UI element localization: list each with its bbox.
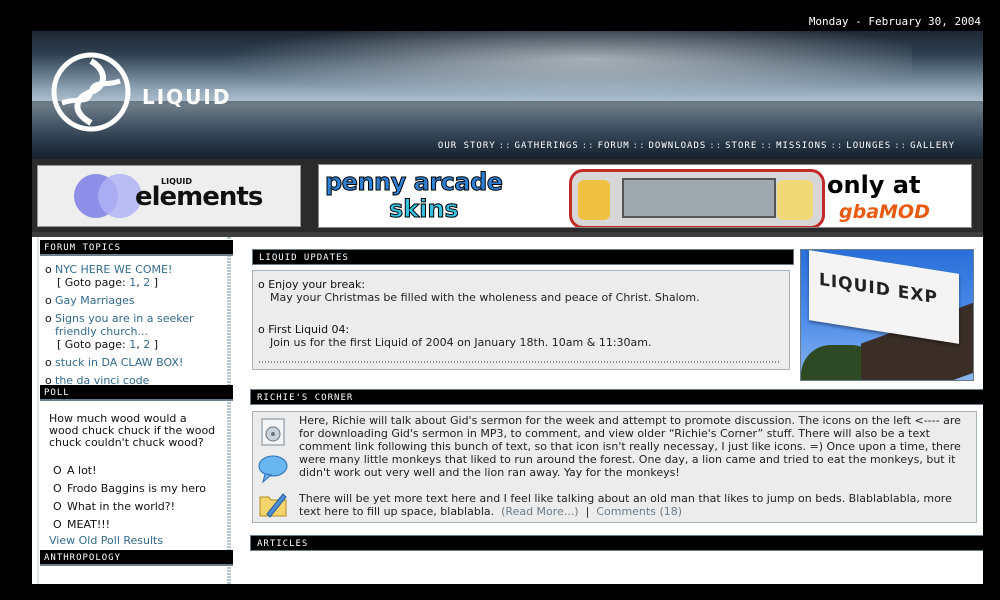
richies-corner-panel: Here, Richie will talk about Gid's sermo… bbox=[252, 411, 977, 523]
radio-icon[interactable]: O bbox=[53, 480, 67, 498]
richie-paragraph: Here, Richie will talk about Gid's sermo… bbox=[299, 414, 961, 479]
nav-link-forum[interactable]: FORUM bbox=[598, 141, 630, 151]
articles-heading: ARTICLES bbox=[250, 535, 983, 551]
liquid-logo-icon[interactable] bbox=[50, 51, 132, 133]
richie-text: Here, Richie will talk about Gid's sermo… bbox=[299, 414, 975, 518]
poll-question: How much wood would a wood chuck chuck i… bbox=[49, 412, 216, 449]
update-item: o First Liquid 04: Join us for the first… bbox=[258, 323, 652, 349]
nav-link-store[interactable]: STORE bbox=[725, 141, 757, 151]
nav-link-our-story[interactable]: OUR STORY bbox=[438, 141, 496, 151]
gameboy-image bbox=[569, 169, 825, 227]
poll-option[interactable]: OA lot! bbox=[53, 462, 206, 480]
forum-topic-link[interactable]: NYC HERE WE COME! bbox=[55, 263, 172, 276]
forum-topic-link[interactable]: Signs you are in a seeker friendly churc… bbox=[55, 312, 194, 338]
nav-link-gallery[interactable]: GALLERY bbox=[910, 141, 955, 151]
sidebar: FORUM TOPICS o NYC HERE WE COME![ Goto pa… bbox=[37, 237, 233, 584]
site-header: LIQUID OUR STORY:: GATHERINGS:: FORUM:: DOW… bbox=[32, 31, 983, 159]
forum-topics-heading: FORUM TOPICS bbox=[40, 240, 233, 256]
archive-folder-icon[interactable] bbox=[257, 488, 289, 520]
richies-corner-heading: RICHIE'S CORNER bbox=[250, 389, 983, 405]
old-poll-results-link[interactable]: View Old Poll Results bbox=[49, 534, 163, 547]
radio-icon[interactable]: O bbox=[53, 498, 67, 516]
nav-link-downloads[interactable]: DOWNLOADS bbox=[649, 141, 707, 151]
poll-heading: POLL bbox=[40, 385, 233, 401]
forum-topic: o Gay Marriages bbox=[45, 294, 135, 307]
goto-page: [ Goto page: 1, 2 ] bbox=[57, 276, 159, 289]
logo-wordmark[interactable]: LIQUID bbox=[142, 85, 231, 109]
read-more-link[interactable]: (Read More...) bbox=[501, 505, 578, 518]
update-title: First Liquid 04: bbox=[268, 323, 350, 336]
date-display: Monday - February 30, 2004 bbox=[808, 15, 981, 28]
forum-topic: o stuck in DA CLAW BOX! bbox=[45, 356, 184, 369]
radio-icon[interactable]: O bbox=[53, 516, 67, 534]
forum-topic: o NYC HERE WE COME![ Goto page: 1, 2 ] bbox=[45, 263, 225, 289]
richie-paragraph: There will be yet more text here and I f… bbox=[299, 492, 952, 518]
comment-bubble-icon[interactable] bbox=[257, 452, 289, 484]
poll-option[interactable]: O What in the world?! bbox=[53, 498, 206, 516]
top-navigation: OUR STORY:: GATHERINGS:: FORUM:: DOWNLOADS:… bbox=[437, 141, 955, 151]
nav-link-lounges[interactable]: LOUNGES bbox=[846, 141, 891, 151]
penny-arcade-skins-ad[interactable]: penny arcade skins only at gbaMOD bbox=[318, 164, 972, 228]
poll-options: OA lot! O Frodo Baggins is my hero O What in… bbox=[53, 462, 206, 534]
forum-topic-link[interactable]: Gay Marriages bbox=[55, 294, 135, 307]
page-link[interactable]: 1 bbox=[129, 338, 136, 351]
goto-page: [ Goto page: 1, 2 ] bbox=[57, 338, 159, 351]
nav-link-gatherings[interactable]: GATHERINGS bbox=[515, 141, 579, 151]
update-body: Join us for the first Liquid of 2004 on … bbox=[270, 336, 652, 349]
liquid-flag-photo[interactable]: LIQUID EXP bbox=[800, 249, 974, 381]
liquid-elements-ad[interactable]: LIQUID elements bbox=[37, 165, 301, 227]
banner-row: LIQUID elements penny arcade skins only … bbox=[32, 159, 983, 232]
forum-topic: o Signs you are in a seeker friendly chur… bbox=[45, 312, 225, 351]
radio-icon[interactable]: O bbox=[53, 462, 67, 480]
liquid-updates-panel: o Enjoy your break: May your Christmas b… bbox=[252, 270, 790, 370]
anthropology-heading[interactable]: ANTHROPOLOGY bbox=[40, 550, 233, 566]
forum-topic-list: o NYC HERE WE COME![ Goto page: 1, 2 ] o Ga… bbox=[45, 263, 225, 392]
nav-link-missions[interactable]: MISSIONS bbox=[776, 141, 827, 151]
poll-option[interactable]: O Frodo Baggins is my hero bbox=[53, 480, 206, 498]
poll-option[interactable]: O MEAT!!! bbox=[53, 516, 206, 534]
mp3-download-icon[interactable] bbox=[257, 416, 289, 448]
page-frame: LIQUID OUR STORY:: GATHERINGS:: FORUM:: DOW… bbox=[32, 31, 983, 584]
page-link[interactable]: 1 bbox=[129, 276, 136, 289]
forum-topic-link[interactable]: stuck in DA CLAW BOX! bbox=[55, 356, 183, 369]
update-item: o Enjoy your break: May your Christmas b… bbox=[258, 278, 700, 304]
update-title: Enjoy your break: bbox=[268, 278, 366, 291]
comments-link[interactable]: Comments (18) bbox=[596, 505, 682, 518]
update-body: May your Christmas be filled with the wh… bbox=[270, 291, 700, 304]
richie-icon-column bbox=[257, 416, 291, 524]
liquid-updates-heading: LIQUID UPDATES bbox=[252, 249, 794, 265]
dotted-divider bbox=[259, 361, 779, 363]
